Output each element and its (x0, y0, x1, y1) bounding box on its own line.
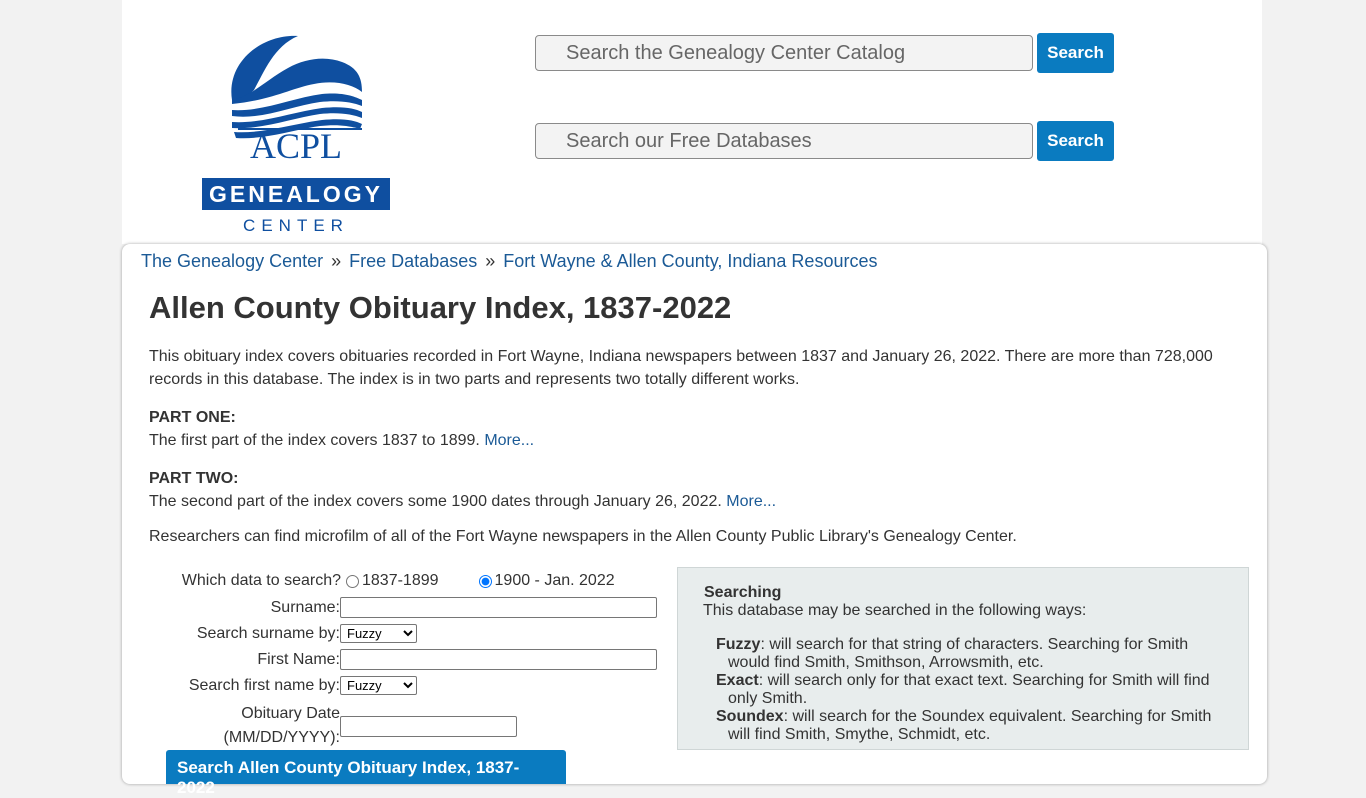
breadcrumb-fort-wayne-resources[interactable]: Fort Wayne & Allen County, Indiana Resou… (503, 251, 877, 271)
surname-by-row: Search surname by: Fuzzy (166, 624, 417, 643)
searching-help-panel: Searching This database may be searched … (677, 567, 1249, 750)
part-two-section: PART TWO: The second part of the index c… (149, 467, 776, 513)
first-name-by-select[interactable]: Fuzzy (340, 676, 417, 695)
search-mode-desc-cont: only Smith. (728, 690, 808, 707)
database-search-input[interactable] (535, 123, 1033, 159)
obituary-date-label-line1: Obituary Date (241, 705, 340, 722)
wave-emblem-icon: ACPL (231, 35, 362, 166)
first-name-label: First Name: (257, 650, 340, 668)
help-title: Searching (704, 584, 782, 601)
search-mode-fuzzy: Fuzzy: will search for that string of ch… (716, 636, 1226, 672)
search-mode-exact: Exact: will search only for that exact t… (716, 672, 1226, 708)
surname-by-select[interactable]: Fuzzy (340, 624, 417, 643)
surname-row: Surname: (166, 597, 657, 618)
breadcrumb-free-databases[interactable]: Free Databases (349, 251, 477, 271)
first-name-by-row: Search first name by: Fuzzy (166, 676, 417, 695)
microfilm-note: Researchers can find microfilm of all of… (149, 528, 1017, 545)
logo-center-text: CENTER (243, 216, 349, 235)
first-name-row: First Name: (166, 649, 657, 670)
search-mode-term: Exact (716, 672, 759, 689)
main-content: The Genealogy Center » Free Databases » … (122, 244, 1267, 797)
search-mode-desc: : will search for that string of charact… (760, 636, 1189, 653)
radio-1837-1899-input[interactable] (346, 574, 359, 588)
which-data-label: Which data to search? (181, 572, 341, 589)
obituary-date-label: Obituary Date (MM/DD/YYYY): (166, 702, 340, 750)
surname-label: Surname: (270, 598, 340, 616)
search-mode-desc-cont: would find Smith, Smithson, Arrowsmith, … (728, 654, 1044, 671)
breadcrumb: The Genealogy Center » Free Databases » … (141, 251, 877, 272)
search-mode-soundex: Soundex: will search for the Soundex equ… (716, 708, 1226, 744)
surname-input[interactable] (340, 597, 657, 618)
part-one-section: PART ONE: The first part of the index co… (149, 406, 534, 452)
search-mode-desc: : will search only for that exact text. … (758, 672, 1210, 689)
part-one-text: The first part of the index covers 1837 … (149, 432, 480, 449)
obituary-date-label-line2: (MM/DD/YYYY): (223, 729, 340, 746)
which-data-row: Which data to search? 1837-1899 1900 - J… (166, 572, 655, 590)
breadcrumb-separator: » (331, 251, 342, 271)
breadcrumb-separator: » (485, 251, 496, 271)
catalog-search-row: Search (535, 33, 1114, 73)
search-obituary-index-button[interactable]: Search Allen County Obituary Index, 1837… (166, 750, 566, 797)
breadcrumb-genealogy-center[interactable]: The Genealogy Center (141, 251, 323, 271)
catalog-search-input[interactable] (535, 35, 1033, 71)
search-mode-term: Fuzzy (716, 636, 761, 653)
catalog-search-button[interactable]: Search (1037, 33, 1114, 73)
part-two-more-link[interactable]: More... (726, 493, 776, 510)
search-mode-desc-cont: will find Smith, Smythe, Schmidt, etc. (728, 726, 991, 743)
radio-1900-2022-label: 1900 - Jan. 2022 (494, 572, 615, 589)
search-mode-desc: : will search for the Soundex equivalent… (783, 708, 1212, 725)
part-two-text: The second part of the index covers some… (149, 493, 722, 510)
obituary-date-input[interactable] (340, 715, 517, 737)
logo-genealogy-band: GENEALOGY (202, 178, 390, 210)
intro-paragraph: This obituary index covers obituaries re… (149, 348, 1213, 388)
database-search-row: Search (535, 121, 1114, 161)
first-name-input[interactable] (340, 649, 657, 670)
search-mode-term: Soundex (716, 708, 784, 725)
search-modes-list: Fuzzy: will search for that string of ch… (716, 636, 1226, 744)
part-one-heading: PART ONE: (149, 409, 236, 426)
acpl-genealogy-logo[interactable]: ACPL GENEALOGY CENTER (202, 32, 390, 238)
page-title: Allen County Obituary Index, 1837-2022 (149, 290, 732, 325)
site-header: ACPL GENEALOGY CENTER Search Search (122, 0, 1262, 244)
obituary-date-row: Obituary Date (MM/DD/YYYY): (166, 702, 517, 750)
radio-1837-1899[interactable]: 1837-1899 (346, 572, 439, 590)
part-two-heading: PART TWO: (149, 470, 239, 487)
radio-1900-2022[interactable]: 1900 - Jan. 2022 (478, 572, 615, 590)
radio-1900-2022-input[interactable] (478, 574, 492, 588)
first-name-by-label: Search first name by: (188, 676, 340, 694)
part-one-more-link[interactable]: More... (484, 432, 534, 449)
svg-text:ACPL: ACPL (250, 126, 342, 166)
radio-1837-1899-label: 1837-1899 (362, 572, 439, 589)
database-search-button[interactable]: Search (1037, 121, 1114, 161)
help-subtitle: This database may be searched in the fol… (703, 602, 1087, 619)
surname-by-label: Search surname by: (196, 624, 340, 642)
